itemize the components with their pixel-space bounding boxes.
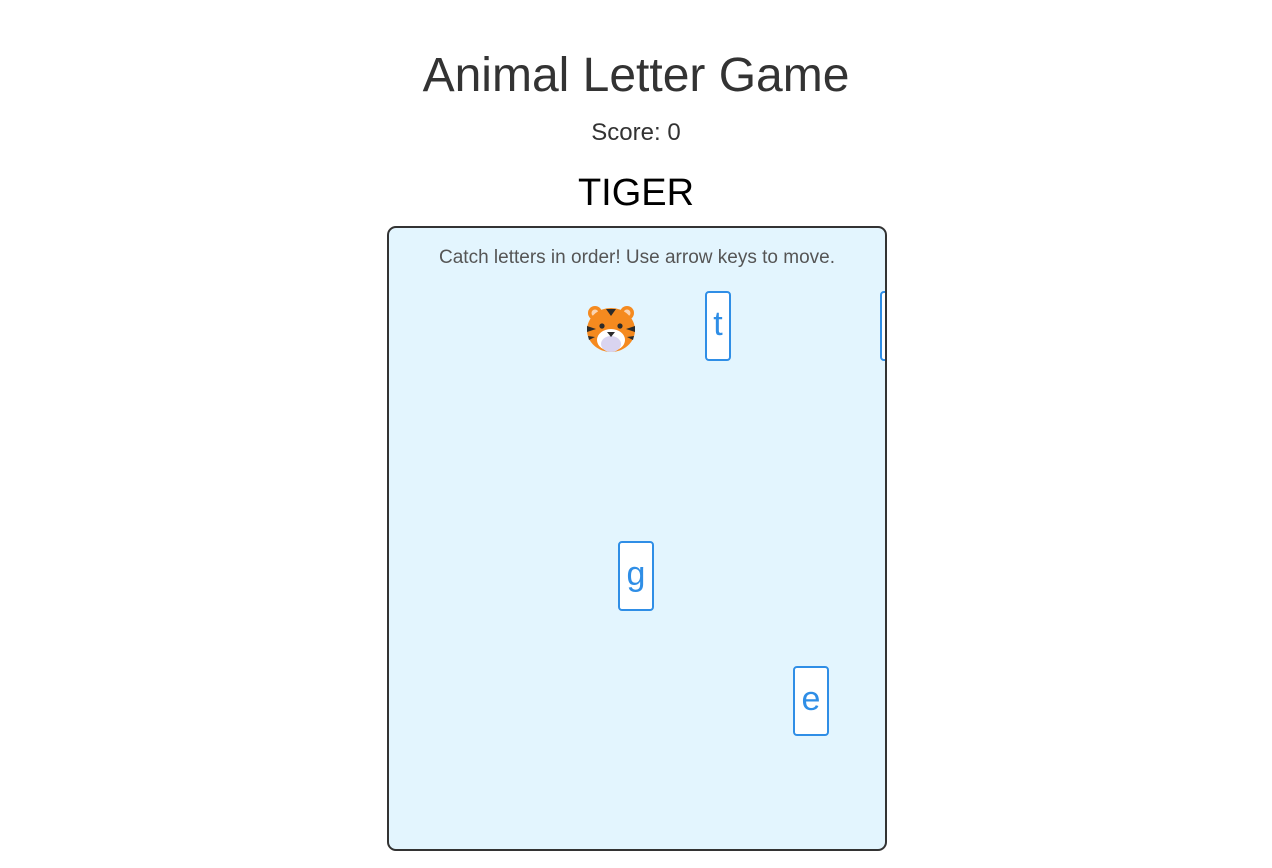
falling-letter-tile: e <box>793 666 829 736</box>
instructions-text: Catch letters in order! Use arrow keys t… <box>439 247 835 268</box>
score-display: Score: 0 <box>591 119 681 146</box>
page-title: Animal Letter Game <box>422 49 850 102</box>
falling-letter-tile: t <box>705 291 731 361</box>
falling-letter-tile: g <box>618 541 654 611</box>
target-word: TIGER <box>577 172 695 214</box>
falling-letter-tile <box>880 291 885 361</box>
tiger-face-icon[interactable] <box>584 302 638 356</box>
game-page: Animal Letter Game Score: 0 TIGER Catch … <box>0 0 1272 868</box>
game-board[interactable]: Catch letters in order! Use arrow keys t… <box>387 226 887 851</box>
